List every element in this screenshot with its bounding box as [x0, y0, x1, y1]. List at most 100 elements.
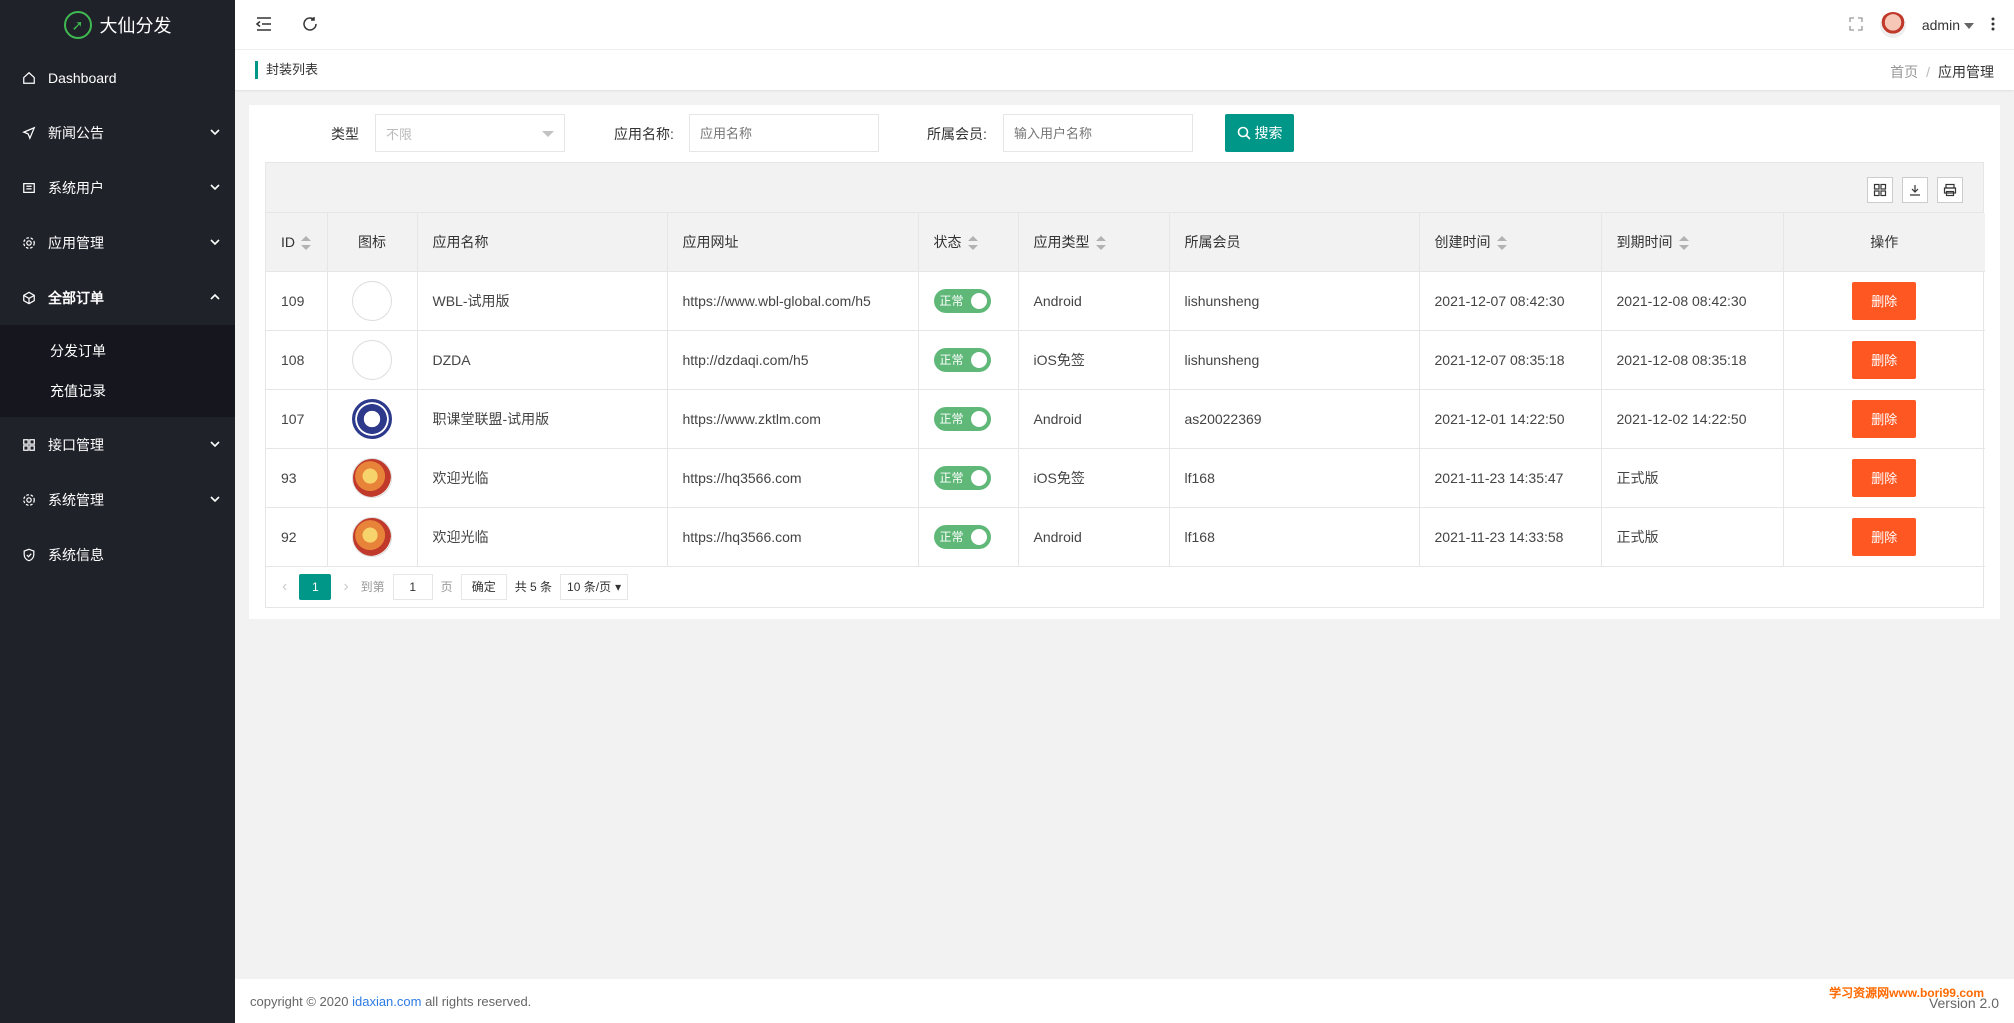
sidebar-item-news[interactable]: 新闻公告	[0, 105, 235, 160]
columns-filter-icon[interactable]	[1867, 177, 1893, 203]
cell-app-name: 欢迎光临	[417, 448, 668, 508]
type-select[interactable]: 不限	[375, 114, 565, 152]
cell-status: 正常	[918, 448, 1019, 508]
cell-id: 92	[266, 507, 328, 567]
cell-member: as20022369	[1169, 389, 1420, 449]
sidebar-item-all-orders[interactable]: 全部订单	[0, 270, 235, 325]
col-app-name: 应用名称	[417, 213, 668, 272]
col-icon: 图标	[327, 213, 418, 272]
status-toggle[interactable]: 正常	[933, 347, 991, 372]
table-row: 109 WBL-试用版 https://www.wbl-global.com/h5 正…	[266, 271, 1985, 331]
caret-down-icon	[1964, 17, 1974, 33]
user-menu[interactable]: admin	[1922, 17, 1974, 33]
page-unit-label: 页	[440, 580, 453, 594]
toggle-knob	[970, 410, 987, 427]
users-icon	[20, 179, 38, 197]
caret-down-icon	[542, 131, 554, 137]
export-icon[interactable]	[1902, 177, 1928, 203]
page-title: 封装列表	[255, 61, 318, 79]
goto-confirm-button[interactable]: 确定	[460, 573, 507, 600]
col-app-type[interactable]: 应用类型	[1018, 213, 1170, 272]
chevron-down-icon	[209, 235, 221, 251]
cell-app-type: iOS免签	[1018, 448, 1170, 508]
sidebar-subitem-recharge-records[interactable]: 充值记录	[0, 371, 235, 411]
status-toggle[interactable]: 正常	[933, 465, 991, 490]
cell-created: 2021-12-07 08:35:18	[1419, 330, 1602, 390]
app-name-input[interactable]	[689, 114, 879, 152]
cell-member: lishunsheng	[1169, 330, 1420, 390]
prev-page-icon[interactable]: ‹	[278, 578, 291, 596]
fullscreen-icon[interactable]	[1848, 16, 1864, 35]
col-status[interactable]: 状态	[918, 213, 1019, 272]
cell-id: 108	[266, 330, 328, 390]
menu-collapse-icon[interactable]	[255, 15, 273, 36]
status-toggle[interactable]: 正常	[933, 524, 991, 549]
delete-button[interactable]: 删除	[1852, 281, 1917, 320]
sidebar-subitem-distribution-orders[interactable]: 分发订单	[0, 331, 235, 371]
data-table: ID 图标 应用名称 应用网址 状态 应用类型 所属会员 创建时间 到期时间 操…	[265, 162, 1985, 608]
sort-icon[interactable]	[967, 236, 978, 251]
member-input[interactable]	[1003, 114, 1193, 152]
status-toggle[interactable]: 正常	[933, 406, 991, 431]
table-row: 107 职课堂联盟-试用版 https://www.zktlm.com 正常 Andro…	[266, 389, 1985, 449]
sidebar-item-system-info[interactable]: 系统信息	[0, 527, 235, 582]
cell-app-name: 欢迎光临	[417, 507, 668, 567]
cell-expires: 2021-12-08 08:42:30	[1601, 271, 1784, 331]
page-number-current[interactable]: 1	[299, 573, 332, 600]
cell-status: 正常	[918, 330, 1019, 390]
cell-app-type: Android	[1018, 271, 1170, 331]
more-vertical-icon[interactable]	[1990, 16, 1996, 35]
col-created[interactable]: 创建时间	[1419, 213, 1602, 272]
sort-icon[interactable]	[1095, 236, 1106, 251]
sidebar-item-system-management[interactable]: 系统管理	[0, 472, 235, 527]
cell-app-url: http://dzdaqi.com/h5	[667, 330, 919, 390]
brand-logo[interactable]: ➚ 大仙分发	[0, 0, 235, 50]
cell-created: 2021-12-07 08:42:30	[1419, 271, 1602, 331]
sort-icon[interactable]	[1678, 236, 1689, 251]
copyright: copyright © 2020 idaxian.com all rights …	[250, 994, 532, 1009]
sidebar-item-api-management[interactable]: 接口管理	[0, 417, 235, 472]
col-expires[interactable]: 到期时间	[1601, 213, 1784, 272]
col-id[interactable]: ID	[266, 213, 328, 272]
footer-link[interactable]: idaxian.com	[352, 994, 421, 1009]
delete-button[interactable]: 删除	[1852, 399, 1917, 438]
rocket-icon: ➚	[63, 11, 92, 39]
table-header-row: ID 图标 应用名称 应用网址 状态 应用类型 所属会员 创建时间 到期时间 操…	[266, 213, 1985, 272]
search-button[interactable]: 搜索	[1225, 114, 1294, 152]
cell-app-type: Android	[1018, 507, 1170, 567]
page-size-select[interactable]: 10 条/页 ▾	[560, 573, 629, 600]
next-page-icon[interactable]: ›	[339, 578, 352, 596]
sidebar: ➚ 大仙分发 Dashboard 新闻公告 系统用户 应用管理 全部订单 分发订…	[0, 0, 235, 1023]
app-logo-icon	[352, 457, 392, 498]
chevron-down-icon	[209, 180, 221, 196]
table-row: 108 DZDA http://dzdaqi.com/h5 正常 iOS免签 lishun…	[266, 330, 1985, 390]
sort-icon[interactable]	[1496, 236, 1507, 251]
col-action: 操作	[1783, 213, 1985, 272]
cell-action: 删除	[1783, 271, 1985, 331]
footer: copyright © 2020 idaxian.com all rights …	[235, 979, 2014, 1023]
app-logo-icon	[352, 398, 392, 439]
col-app-url: 应用网址	[667, 213, 919, 272]
sort-icon[interactable]	[301, 235, 311, 250]
cell-app-type: Android	[1018, 389, 1170, 449]
breadcrumb: 首页 / 应用管理	[1890, 62, 1994, 82]
status-toggle[interactable]: 正常	[933, 288, 991, 313]
cell-app-url: https://www.zktlm.com	[667, 389, 919, 449]
paper-plane-icon	[20, 124, 38, 142]
refresh-icon[interactable]	[301, 15, 319, 36]
content-card: 类型 不限 应用名称: 所属会员: 搜索 ID 图	[249, 105, 2000, 619]
avatar[interactable]	[1879, 12, 1906, 38]
delete-button[interactable]: 删除	[1852, 517, 1917, 556]
cell-icon	[327, 448, 418, 508]
sidebar-item-app-management[interactable]: 应用管理	[0, 215, 235, 270]
filter-bar: 类型 不限 应用名称: 所属会员: 搜索	[249, 114, 2000, 154]
goto-page-input[interactable]: 1	[392, 573, 433, 600]
sidebar-item-dashboard[interactable]: Dashboard	[0, 50, 235, 105]
delete-button[interactable]: 删除	[1852, 458, 1917, 497]
print-icon[interactable]	[1937, 177, 1963, 203]
delete-button[interactable]: 删除	[1852, 340, 1917, 379]
caret-down-icon: ▾	[615, 579, 622, 594]
gear-icon	[20, 234, 38, 252]
sidebar-item-system-users[interactable]: 系统用户	[0, 160, 235, 215]
breadcrumb-home[interactable]: 首页	[1890, 64, 1918, 80]
